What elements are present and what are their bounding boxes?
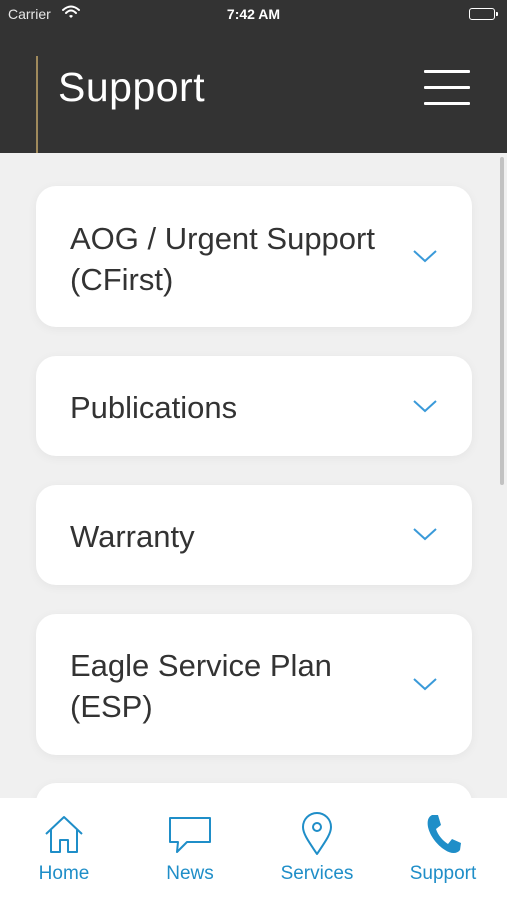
tab-label: Support [409, 863, 477, 884]
chevron-down-icon [413, 400, 437, 413]
accordion-title: Publications [70, 390, 238, 425]
page-title: Support [58, 64, 206, 110]
phone-icon [380, 812, 506, 858]
tab-label: Home [38, 863, 90, 884]
app-header: Support [0, 28, 507, 153]
header-accent-line [36, 56, 38, 153]
accordion-title: AOG / Urgent Support (CFirst) [70, 221, 375, 297]
tab-home[interactable]: Home [1, 798, 127, 900]
home-icon [1, 812, 127, 858]
tab-label: News [166, 863, 214, 884]
accordion-next-item[interactable] [36, 783, 472, 798]
battery-icon [469, 8, 498, 20]
accordion-title: Warranty [70, 519, 195, 554]
status-bar: Carrier 7:42 AM [0, 0, 507, 28]
tab-services[interactable]: Services [254, 798, 380, 900]
accordion-eagle-service-plan[interactable]: Eagle Service Plan (ESP) [36, 614, 472, 755]
accordion-publications[interactable]: Publications [36, 356, 472, 456]
chevron-down-icon [413, 528, 437, 541]
support-list[interactable]: AOG / Urgent Support (CFirst) Publicatio… [0, 153, 507, 798]
hamburger-menu-button[interactable] [420, 70, 472, 106]
scrollbar[interactable] [500, 157, 504, 485]
accordion-title: Eagle Service Plan (ESP) [70, 648, 332, 724]
tab-news[interactable]: News [127, 798, 253, 900]
status-time: 7:42 AM [226, 6, 281, 22]
location-pin-icon [254, 812, 380, 858]
chevron-down-icon [413, 678, 437, 691]
speech-bubble-icon [127, 812, 253, 858]
tab-label: Services [280, 863, 354, 884]
tab-support[interactable]: Support [380, 798, 506, 900]
accordion-aog-urgent-support[interactable]: AOG / Urgent Support (CFirst) [36, 186, 472, 327]
chevron-down-icon [413, 250, 437, 263]
tab-bar: Home News Services Support [0, 798, 507, 900]
accordion-warranty[interactable]: Warranty [36, 485, 472, 585]
support-screen: Carrier 7:42 AM Support AOG / Urgent Sup… [0, 0, 507, 900]
hamburger-menu-icon [424, 70, 470, 73]
